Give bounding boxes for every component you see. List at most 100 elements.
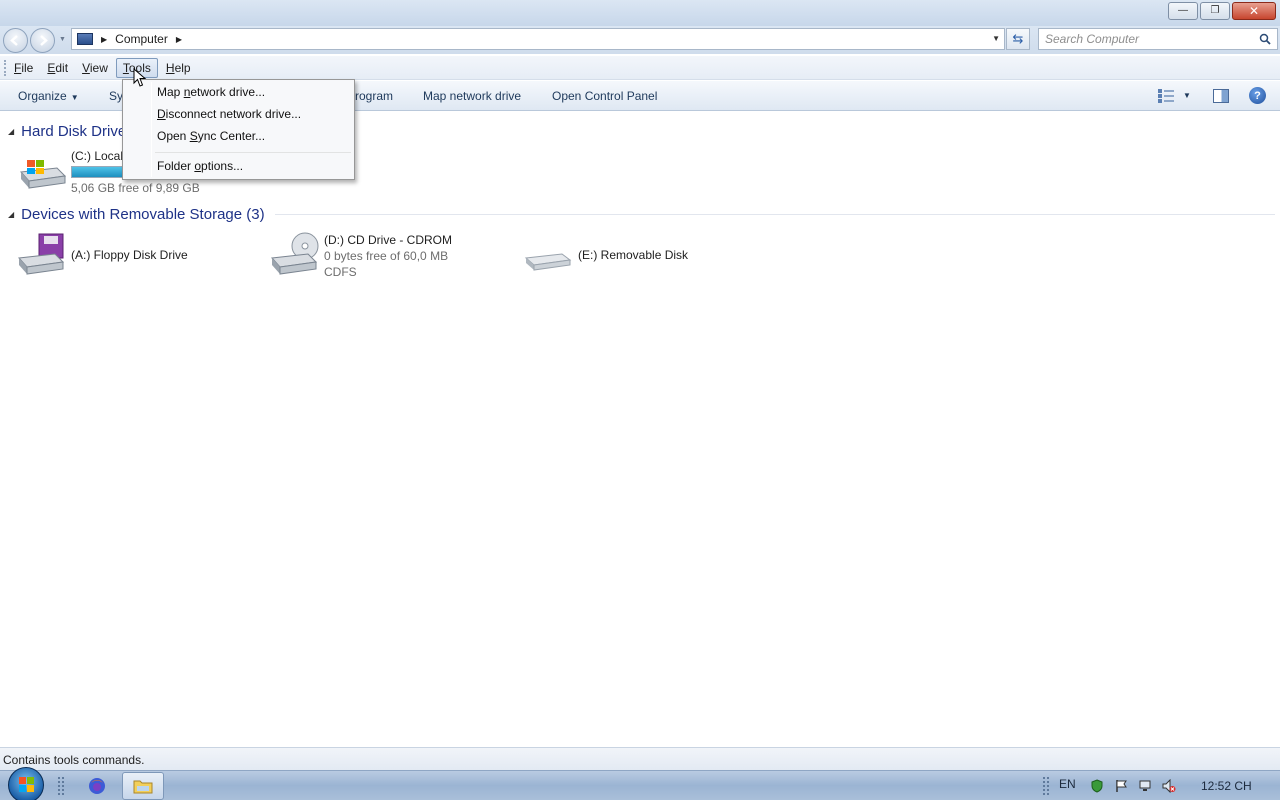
cd-drive-icon — [270, 232, 320, 278]
tools-menu: Map network drive... Disconnect network … — [122, 79, 355, 180]
open-control-panel-button[interactable]: Open Control Panel — [552, 89, 657, 103]
search-input[interactable] — [1045, 32, 1255, 46]
search-icon[interactable] — [1259, 33, 1271, 45]
menu-view[interactable]: View — [76, 59, 114, 77]
close-icon: ✕ — [1248, 4, 1260, 18]
computer-icon — [77, 33, 93, 45]
clock[interactable]: 12:52 CH — [1201, 779, 1252, 793]
breadcrumb-chevron-icon[interactable]: ▶ — [176, 35, 182, 44]
content-pane: ◢ Hard Disk Drive (C:) Local 5,06 GB fre… — [0, 112, 1280, 746]
menu-edit-label: dit — [55, 60, 69, 75]
chevron-down-icon: ▼ — [70, 93, 79, 102]
removable-disk-icon — [524, 232, 574, 278]
map-network-drive-button[interactable]: Map network drive — [423, 89, 521, 103]
group-divider — [274, 214, 1275, 215]
menu-item-text: ync Center... — [197, 129, 266, 143]
uninstall-program-button[interactable]: rogram — [355, 89, 393, 103]
menu-help-mnemonic: H — [165, 60, 175, 75]
collapse-triangle-icon[interactable]: ◢ — [8, 127, 14, 136]
drive-d-filesystem: CDFS — [324, 265, 357, 279]
restore-icon: ❐ — [1210, 5, 1220, 16]
drive-e[interactable]: (E:) Removable Disk — [524, 232, 688, 278]
title-bar: — ❐ ✕ — [0, 0, 1280, 26]
menu-item-text: Map — [157, 85, 184, 99]
drive-d-name: (D:) CD Drive - CDROM — [324, 233, 452, 247]
map-network-drive-menu-item[interactable]: Map network drive... — [157, 85, 265, 99]
menu-item-text: Open — [157, 129, 190, 143]
language-indicator[interactable]: EN — [1059, 777, 1076, 791]
organize-button[interactable]: Organize ▼ — [18, 89, 79, 103]
minimize-button[interactable]: — — [1168, 2, 1198, 20]
taskbar-explorer-button[interactable] — [122, 772, 164, 800]
recent-pages-dropdown[interactable]: ▼ — [59, 36, 66, 43]
group-header-hard-disk[interactable]: ◢ Hard Disk Drive — [8, 123, 126, 140]
taskbar-grip — [58, 777, 64, 795]
security-shield-icon[interactable] — [1090, 779, 1104, 793]
group-title: Devices with Removable Storage (3) — [21, 206, 265, 223]
menu-item-text: Folder — [157, 159, 195, 173]
drive-a[interactable]: (A:) Floppy Disk Drive — [17, 232, 188, 278]
open-sync-center-menu-item[interactable]: Open Sync Center... — [157, 129, 265, 143]
breadcrumb-chevron-icon[interactable]: ▶ — [101, 35, 107, 44]
menu-file-label: ile — [21, 60, 34, 75]
back-button[interactable] — [3, 28, 28, 53]
start-button[interactable] — [8, 767, 44, 800]
drive-c-free-space: 5,06 GB free of 9,89 GB — [71, 181, 200, 195]
menu-item-text: ptions... — [201, 159, 244, 173]
folder-icon — [133, 780, 153, 794]
taskbar-grip — [1043, 777, 1049, 795]
menu-item-text: etwork drive... — [190, 85, 266, 99]
drive-d[interactable]: (D:) CD Drive - CDROM 0 bytes free of 60… — [270, 232, 452, 280]
status-text: Contains tools commands. — [3, 753, 145, 767]
menu-item-mnemonic: S — [189, 129, 198, 143]
minimize-icon: — — [1178, 5, 1188, 16]
action-center-flag-icon[interactable] — [1114, 779, 1128, 793]
menu-bar: File Edit View Tools Help — [0, 56, 1280, 80]
network-icon[interactable] — [1138, 779, 1152, 793]
forward-button[interactable] — [30, 28, 55, 53]
address-row: ▼ ▶ Computer ▶ ▼ ⇆ — [0, 26, 1280, 54]
taskbar: EN 12:52 CH — [0, 767, 1280, 800]
drive-e-name: (E:) Removable Disk — [578, 248, 689, 262]
address-bar[interactable]: ▶ Computer ▶ ▼ — [71, 28, 1005, 50]
search-box[interactable] — [1038, 28, 1278, 50]
group-title: Hard Disk Drive — [21, 123, 127, 140]
window-controls: — ❐ ✕ — [1168, 2, 1276, 20]
view-options-dropdown-icon[interactable]: ▼ — [1183, 91, 1191, 100]
drive-d-free-space: 0 bytes free of 60,0 MB — [324, 249, 449, 263]
status-bar: Contains tools commands. — [0, 747, 1280, 770]
windows-logo-icon — [19, 777, 34, 792]
menu-view-mnemonic: V — [82, 60, 90, 75]
restore-button[interactable]: ❐ — [1200, 2, 1230, 20]
menu-separator — [155, 152, 351, 153]
refresh-button[interactable]: ⇆ — [1006, 28, 1030, 50]
folder-options-menu-item[interactable]: Folder options... — [157, 159, 243, 173]
taskbar-firefox-button[interactable] — [76, 772, 118, 800]
menu-help[interactable]: Help — [160, 59, 197, 77]
breadcrumb-computer[interactable]: Computer — [115, 32, 168, 46]
preview-pane-icon[interactable] — [1213, 89, 1229, 103]
floppy-drive-icon — [17, 232, 67, 278]
menu-file[interactable]: File — [8, 59, 39, 77]
volume-muted-icon[interactable] — [1162, 779, 1176, 793]
menu-gutter — [151, 82, 152, 177]
organize-label: Organize — [18, 89, 67, 103]
system-properties-button[interactable]: Sy — [109, 89, 123, 103]
mouse-cursor-icon — [133, 68, 147, 87]
menu-help-label: elp — [174, 60, 191, 75]
refresh-icon: ⇆ — [1012, 31, 1024, 46]
back-arrow-icon — [10, 35, 18, 46]
group-header-removable[interactable]: ◢ Devices with Removable Storage (3) — [8, 206, 1275, 223]
address-dropdown-icon[interactable]: ▼ — [992, 34, 1000, 43]
firefox-icon — [89, 778, 105, 794]
change-view-icon[interactable] — [1158, 89, 1174, 103]
disconnect-network-drive-menu-item[interactable]: Disconnect network drive... — [157, 107, 301, 121]
menu-item-text: isconnect network drive... — [165, 107, 302, 121]
menu-edit[interactable]: Edit — [41, 59, 74, 77]
close-button[interactable]: ✕ — [1232, 2, 1276, 20]
menu-view-label: iew — [89, 60, 108, 75]
drive-a-name: (A:) Floppy Disk Drive — [71, 248, 188, 262]
help-icon[interactable]: ? — [1249, 87, 1266, 104]
collapse-triangle-icon[interactable]: ◢ — [8, 210, 14, 219]
hard-drive-icon — [17, 148, 67, 194]
